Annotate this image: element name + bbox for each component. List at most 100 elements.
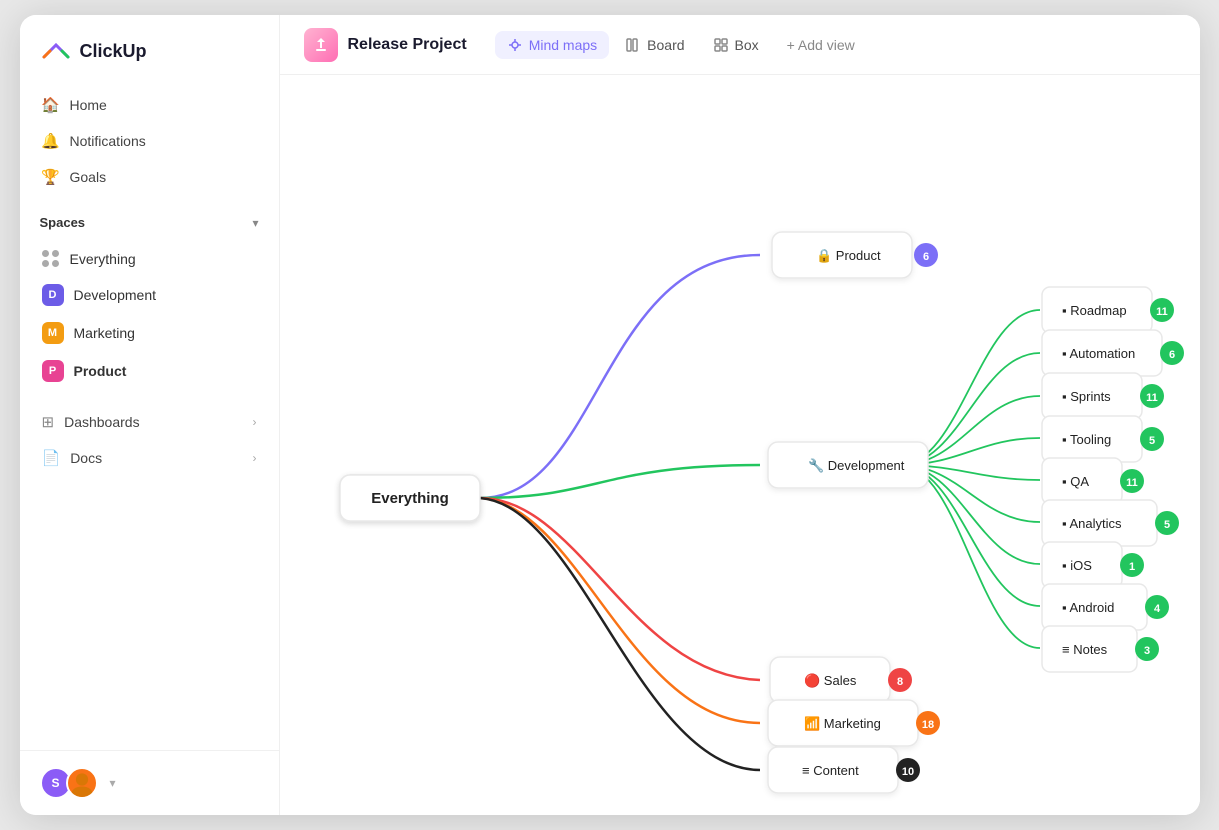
docs-chevron-icon: ›: [253, 451, 257, 465]
app-name: ClickUp: [80, 41, 147, 62]
svg-text:🔧 Development: 🔧 Development: [808, 457, 905, 473]
svg-text:▪ Automation: ▪ Automation: [1062, 346, 1135, 361]
svg-text:Everything: Everything: [371, 490, 449, 507]
mindmap-canvas[interactable]: Everything 🔒 Product 6 🔧 Development: [280, 75, 1200, 815]
box-tab-icon: [713, 37, 729, 53]
qa-node[interactable]: ▪ QA 11: [1042, 458, 1144, 504]
space-development-label: Development: [74, 287, 157, 303]
docs-left: 📄 Docs: [42, 449, 103, 467]
svg-text:🔴 Sales: 🔴 Sales: [804, 673, 857, 688]
space-everything-label: Everything: [70, 251, 136, 267]
nav-goals[interactable]: 🏆 Goals: [32, 159, 267, 195]
nav-notifications-label: Notifications: [70, 133, 146, 149]
svg-text:≡ Notes: ≡ Notes: [1062, 642, 1108, 657]
space-product[interactable]: P Product: [32, 352, 267, 390]
tab-box[interactable]: Box: [701, 31, 771, 59]
automation-node[interactable]: ▪ Automation 6: [1042, 330, 1184, 376]
svg-text:1: 1: [1128, 561, 1134, 573]
dashboards-label: Dashboards: [64, 414, 140, 430]
product-avatar: P: [42, 360, 64, 382]
svg-text:8: 8: [896, 676, 902, 688]
root-node[interactable]: Everything: [340, 475, 480, 521]
home-icon: 🏠: [42, 96, 60, 114]
svg-text:5: 5: [1163, 519, 1169, 531]
svg-text:▪ QA: ▪ QA: [1062, 474, 1089, 489]
nav-home[interactable]: 🏠 Home: [32, 87, 267, 123]
svg-text:11: 11: [1156, 306, 1168, 318]
development-avatar: D: [42, 284, 64, 306]
development-node[interactable]: 🔧 Development: [768, 442, 928, 488]
footer-chevron-icon[interactable]: ▾: [110, 776, 116, 790]
user-avatars: S: [40, 767, 98, 799]
view-tabs: Mind maps Board Box: [495, 31, 867, 59]
svg-text:4: 4: [1153, 603, 1160, 615]
sidebar-footer: S ▾: [20, 750, 279, 815]
svg-text:▪ iOS: ▪ iOS: [1062, 558, 1092, 573]
nav-docs[interactable]: 📄 Docs ›: [32, 440, 267, 476]
tab-mindmaps[interactable]: Mind maps: [495, 31, 609, 59]
svg-text:▪ Analytics: ▪ Analytics: [1062, 516, 1122, 531]
app-window: ClickUp 🏠 Home 🔔 Notifications 🏆 Goals S…: [20, 15, 1200, 815]
dashboards-left: ⊞ Dashboards: [42, 413, 140, 431]
spaces-section: Spaces ▾: [20, 199, 279, 236]
spaces-header[interactable]: Spaces ▾: [40, 215, 259, 230]
board-tab-label: Board: [647, 37, 684, 53]
project-title: Release Project: [348, 36, 467, 54]
tooling-node[interactable]: ▪ Tooling 5: [1042, 416, 1164, 462]
svg-text:11: 11: [1126, 477, 1138, 489]
svg-text:3: 3: [1143, 645, 1149, 657]
marketing-avatar: M: [42, 322, 64, 344]
spaces-list: Everything D Development M Marketing P P…: [20, 236, 279, 396]
marketing-node[interactable]: 📶 Marketing 18: [768, 700, 940, 746]
project-icon: [304, 28, 338, 62]
notifications-icon: 🔔: [42, 132, 60, 150]
analytics-node[interactable]: ▪ Analytics 5: [1042, 500, 1179, 546]
space-everything[interactable]: Everything: [32, 242, 267, 276]
android-node[interactable]: ▪ Android 4: [1042, 584, 1169, 630]
svg-text:11: 11: [1146, 392, 1158, 404]
sidebar: ClickUp 🏠 Home 🔔 Notifications 🏆 Goals S…: [20, 15, 280, 815]
docs-label: Docs: [70, 450, 102, 466]
dashboards-icon: ⊞: [42, 413, 55, 431]
nav-dashboards[interactable]: ⊞ Dashboards ›: [32, 404, 267, 440]
sprints-node[interactable]: ▪ Sprints 11: [1042, 373, 1164, 419]
nav-home-label: Home: [70, 97, 107, 113]
product-node[interactable]: 🔒 Product 6: [772, 232, 938, 278]
svg-text:6: 6: [1168, 349, 1174, 361]
user-avatar-2: [66, 767, 98, 799]
nav-notifications[interactable]: 🔔 Notifications: [32, 123, 267, 159]
add-view-label: + Add view: [787, 37, 855, 53]
add-view-button[interactable]: + Add view: [775, 31, 867, 59]
svg-text:🔒 Product: 🔒 Product: [816, 248, 881, 263]
docs-icon: 📄: [42, 449, 61, 467]
notes-node[interactable]: ≡ Notes 3: [1042, 626, 1159, 672]
roadmap-node[interactable]: ▪ Roadmap 11: [1042, 287, 1174, 333]
spaces-label: Spaces: [40, 215, 86, 230]
spaces-chevron-icon: ▾: [252, 216, 258, 230]
tab-board[interactable]: Board: [613, 31, 696, 59]
svg-text:▪ Tooling: ▪ Tooling: [1062, 432, 1111, 447]
topbar: Release Project Mind maps: [280, 15, 1200, 75]
main-nav: 🏠 Home 🔔 Notifications 🏆 Goals: [20, 83, 279, 199]
bottom-nav: ⊞ Dashboards › 📄 Docs ›: [20, 396, 279, 484]
goals-icon: 🏆: [42, 168, 60, 186]
mindmaps-tab-label: Mind maps: [529, 37, 597, 53]
svg-text:▪ Roadmap: ▪ Roadmap: [1062, 303, 1127, 318]
main-content: Release Project Mind maps: [280, 15, 1200, 815]
logo: ClickUp: [20, 15, 279, 83]
everything-icon: [42, 250, 60, 268]
clickup-logo-icon: [40, 35, 72, 67]
svg-text:▪ Sprints: ▪ Sprints: [1062, 389, 1111, 404]
content-node[interactable]: ≡ Content 10: [768, 747, 920, 793]
svg-text:10: 10: [901, 766, 913, 778]
space-marketing-label: Marketing: [74, 325, 135, 341]
space-development[interactable]: D Development: [32, 276, 267, 314]
space-marketing[interactable]: M Marketing: [32, 314, 267, 352]
svg-text:6: 6: [922, 251, 928, 263]
dashboards-chevron-icon: ›: [253, 415, 257, 429]
svg-text:5: 5: [1148, 435, 1154, 447]
space-product-label: Product: [74, 363, 127, 379]
svg-text:18: 18: [921, 719, 933, 731]
sales-node[interactable]: 🔴 Sales 8: [770, 657, 912, 703]
ios-node[interactable]: ▪ iOS 1: [1042, 542, 1144, 588]
